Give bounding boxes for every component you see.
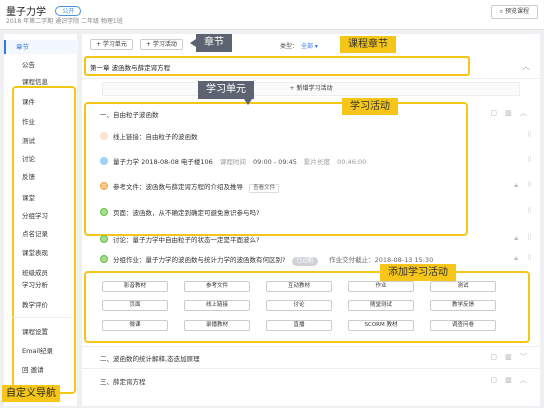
sidebar-item-performance[interactable]: 课堂表现 (22, 247, 48, 257)
activity-type-button[interactable]: 测试 (430, 281, 496, 292)
activity-item[interactable]: 线上链接：自由粒子的波函数 (100, 131, 198, 143)
activity-type-button[interactable]: 影音教材 (102, 281, 168, 292)
sidebar-item-tests[interactable]: 测试 (22, 135, 35, 145)
activity-item[interactable]: 参考文件：波函数与薛定谔方程的介绍及推导 查看文件 (100, 181, 280, 193)
drag-handle-icon[interactable]: ⠿ (527, 207, 532, 215)
video-length-label: 影片长度 (304, 158, 331, 166)
unit-tip: 学习单元 (198, 81, 254, 105)
type-filter-value[interactable]: 全部 ▾ (301, 43, 318, 50)
activity-label: 参考文件：波函数与薛定谔方程的介绍及推导 (113, 183, 243, 191)
custom-nav-label: 自定义导航 (2, 385, 60, 402)
due-date: 作业交付截止：2018-08-13 15:30 (329, 256, 434, 264)
course-header: 量子力学 公开 2018 年第二学期 通识学院 二年级 物理1班 ⌕ 预览课程 (0, 0, 544, 30)
lock-icon[interactable]: 🔒︎ (514, 181, 518, 190)
sidebar-item-announcements[interactable]: 公告 (22, 59, 35, 69)
drag-handle-icon[interactable]: ⠿ (527, 254, 532, 262)
unit-controls[interactable]: ▢ ▥ ︿ (490, 108, 530, 118)
drag-handle-icon[interactable]: ⠿ (527, 181, 532, 189)
drag-handle-icon[interactable]: ⠿ (527, 131, 532, 139)
sidebar-divider (10, 317, 72, 318)
course-chapter-label: 课程章节 (340, 36, 396, 53)
lock-icon[interactable]: 🔒︎ (514, 254, 518, 263)
activity-label: 讨论：量子力学中自由粒子的状态一定是平面波么? (113, 236, 260, 244)
sidebar-item-chapters[interactable]: 章节 (4, 40, 78, 54)
chapter-title[interactable]: 第一章 波函数与薛定谔方程 (90, 62, 170, 72)
sidebar-item-rollcall[interactable]: 点名记录 (22, 228, 48, 238)
sidebar-item-classroom[interactable]: 课堂 (22, 192, 35, 202)
sidebar: 章节 公告 课程信息 课件 作业 测试 讨论 反馈 课堂 分组学习 点名记录 课… (4, 34, 78, 406)
activity-type-button[interactable]: 讨论 (266, 300, 332, 311)
activity-item[interactable]: 讨论：量子力学中自由粒子的状态一定是平面波么? (100, 234, 259, 246)
activity-type-button[interactable]: 调查问卷 (430, 320, 496, 331)
unit-title[interactable]: 一、自由粒子波函数 (100, 109, 159, 119)
sidebar-item-discussion[interactable]: 讨论 (22, 153, 35, 163)
main-content: + 学习单元 + 学习活动 类型： 全部 ▾ 第一章 波函数与薛定谔方程 ︿ + 新… (82, 34, 540, 406)
file-icon (100, 182, 108, 190)
type-filter-label: 类型： (280, 43, 299, 50)
page-icon (100, 208, 108, 216)
lesson-time: 09:00 - 09:45 (252, 158, 297, 166)
chevron-up-icon[interactable]: ︿ (522, 61, 530, 72)
activity-label: 量子力学 2018-08-08 电子楼106 (113, 158, 213, 166)
activity-type-button[interactable]: 教学反馈 (430, 300, 496, 311)
unit-title[interactable]: 二、波函数的统计解释,态迭加原理 (100, 353, 200, 363)
sidebar-item-course-info[interactable]: 课程信息 (22, 76, 48, 86)
unit-controls[interactable]: ▢ ▥ ﹀ (490, 352, 530, 362)
drag-handle-icon[interactable]: ⠿ (527, 156, 532, 164)
sidebar-item-invite[interactable]: 回 邀请 (22, 364, 44, 374)
activity-type-button[interactable]: 微课 (102, 320, 168, 331)
activity-type-button[interactable]: 录播教材 (184, 320, 250, 331)
activity-type-button[interactable]: 随堂测试 (348, 300, 414, 311)
group-homework-icon (100, 255, 108, 263)
video-icon (100, 157, 108, 165)
activity-type-button[interactable]: 作业 (348, 281, 414, 292)
activity-type-button[interactable]: SCORM 教材 (348, 320, 414, 331)
drag-handle-icon[interactable]: ⠿ (527, 234, 532, 242)
type-filter[interactable]: 类型： 全部 ▾ (280, 41, 318, 50)
activity-item[interactable]: 页面：波函数，从不确定到确定可避免意识参与吗? (100, 207, 259, 219)
activity-type-button[interactable]: 参考文件 (184, 281, 250, 292)
add-activity-label-tag: 添加学习活动 (380, 264, 456, 281)
sidebar-item-settings[interactable]: 课程设置 (22, 326, 48, 336)
lock-icon[interactable]: 🔒︎ (514, 234, 518, 243)
activity-label: 页面：波函数，从不确定到确定可避免意识参与吗? (113, 209, 260, 217)
sidebar-item-members[interactable]: 班级成员 (22, 267, 48, 277)
activity-type-button[interactable]: 互动教材 (266, 281, 332, 292)
sidebar-item-courseware[interactable]: 课件 (22, 96, 35, 106)
sidebar-item-homework[interactable]: 作业 (22, 116, 35, 126)
add-learning-activity-label: 新增学习活动 (296, 85, 333, 92)
divider (82, 78, 540, 79)
divider (82, 346, 540, 347)
course-meta: 2018 年第二学期 通识学院 二年级 物理1班 (6, 18, 123, 25)
activity-label: 分组作业：量子力学的波函数与统计力学的波函数有何区别? (113, 256, 286, 264)
divider (82, 368, 540, 369)
add-activity-button[interactable]: + 学习活动 (140, 39, 183, 50)
sidebar-item-email-log[interactable]: Email纪录 (22, 345, 53, 355)
add-learning-activity-bar[interactable]: + 新增学习活动 (102, 82, 520, 96)
link-icon (100, 132, 108, 140)
preview-course-button[interactable]: ⌕ 预览课程 (490, 5, 538, 19)
public-tag[interactable]: 公开 (55, 6, 82, 16)
activity-item[interactable]: 量子力学 2018-08-08 电子楼106 课程时间 09:00 - 09:4… (100, 156, 366, 168)
search-icon: ⌕ (499, 8, 504, 15)
activity-label: 线上链接：自由粒子的波函数 (113, 133, 198, 141)
activity-type-button[interactable]: 线上链接 (184, 300, 250, 311)
chapter-tip: 章节 (190, 34, 232, 52)
unit-title[interactable]: 三、薛定谔方程 (100, 376, 146, 386)
activity-type-button[interactable]: 直播 (266, 320, 332, 331)
unit-controls[interactable]: ▢ ▥ ︿ (490, 375, 530, 385)
discussion-icon (100, 235, 108, 243)
video-length: 00:46:00 (337, 158, 367, 166)
view-file-button[interactable]: 查看文件 (249, 184, 280, 193)
lesson-time-label: 课程时间 (219, 158, 246, 166)
activity-type-button[interactable]: 页面 (102, 300, 168, 311)
sidebar-item-evaluation[interactable]: 教学评价 (22, 299, 48, 309)
add-unit-button[interactable]: + 学习单元 (90, 39, 133, 50)
activity-label-tag: 学习活动 (342, 98, 398, 115)
sidebar-item-feedback[interactable]: 反馈 (22, 171, 35, 181)
sidebar-item-analytics[interactable]: 学习分析 (22, 279, 48, 289)
status-badge: 已过期 (291, 257, 319, 266)
plus-icon: + (289, 85, 295, 92)
sidebar-item-group-study[interactable]: 分组学习 (22, 210, 48, 220)
